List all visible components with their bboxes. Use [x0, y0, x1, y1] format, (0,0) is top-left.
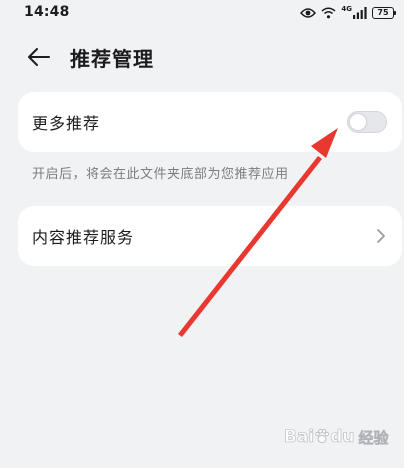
more-recommendations-description: 开启后，将会在此文件夹底部为您推荐应用 — [32, 167, 289, 182]
page-title: 推荐管理 — [70, 47, 154, 71]
wifi-icon — [321, 7, 336, 19]
more-recommendations-card: 更多推荐 — [18, 92, 402, 152]
network-type-label: 4G — [341, 5, 352, 13]
back-button[interactable] — [22, 40, 56, 74]
battery-icon: 75 — [372, 7, 396, 19]
chevron-right-icon — [377, 229, 385, 243]
battery-level: 75 — [377, 8, 389, 17]
cellular-signal-icon — [353, 7, 367, 19]
status-icons: 4G 75 — [300, 5, 396, 21]
watermark-sub: 经验 — [358, 428, 389, 447]
more-recommendations-label: 更多推荐 — [32, 114, 101, 133]
content-recommendation-service-item[interactable]: 内容推荐服务 — [18, 206, 402, 266]
header: 推荐管理 — [0, 34, 404, 80]
status-bar: 14:48 4G 75 — [0, 0, 404, 26]
more-recommendations-toggle[interactable] — [347, 111, 387, 133]
content-recommendation-service-label: 内容推荐服务 — [32, 228, 135, 247]
watermark-brand: Bai du — [284, 427, 355, 448]
status-time: 14:48 — [24, 4, 70, 20]
baidu-jingyan-watermark: Bai du 经验 — [284, 420, 394, 454]
back-arrow-icon — [28, 48, 50, 66]
eye-icon — [300, 8, 317, 18]
toggle-knob — [350, 114, 366, 130]
paw-icon — [315, 429, 330, 443]
